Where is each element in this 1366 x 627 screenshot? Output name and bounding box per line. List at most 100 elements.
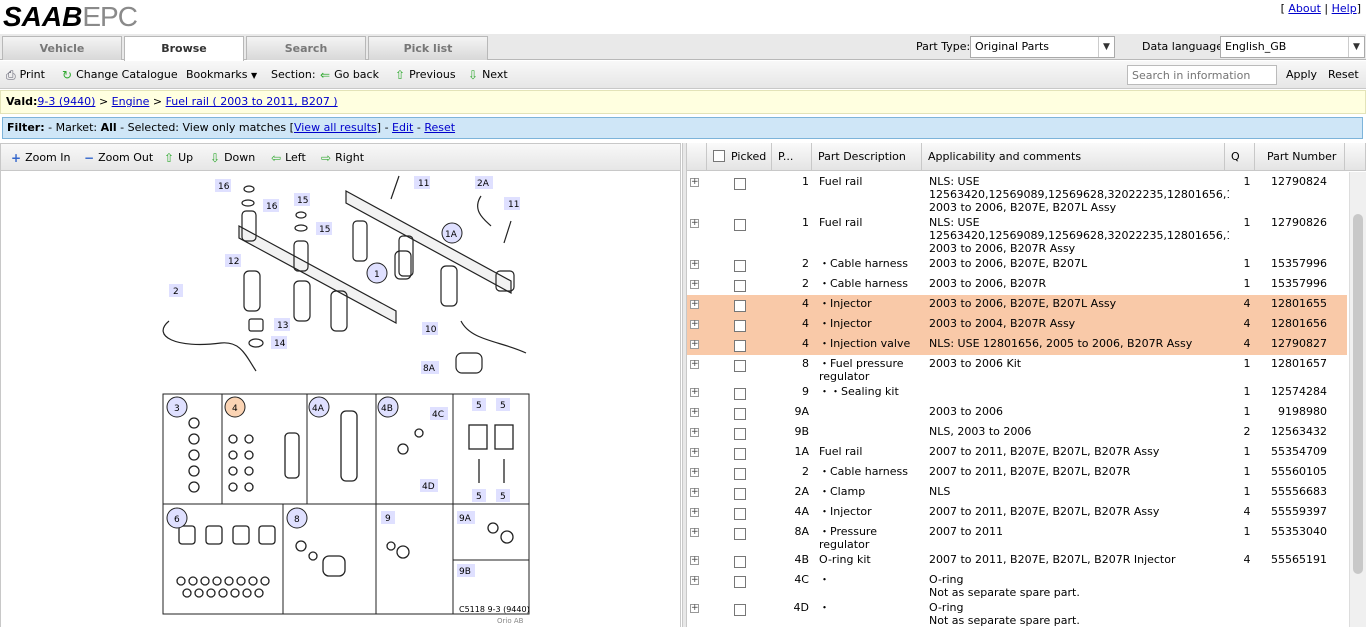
bookmarks-menu[interactable]: Bookmarks ▼	[186, 68, 257, 81]
applicability-column-header[interactable]: Applicability and comments	[922, 143, 1225, 171]
breadcrumb-engine[interactable]: Engine	[112, 95, 150, 108]
table-scrollbar[interactable]	[1349, 172, 1366, 627]
apply-button[interactable]: Apply	[1286, 68, 1317, 81]
next-button[interactable]: ⇩ Next	[468, 68, 508, 82]
table-row[interactable]: +8 ・Fuel pressure regulator 2003 to 2006 K…	[687, 355, 1347, 383]
part-number-column-header[interactable]: Part Number	[1255, 143, 1345, 171]
table-row[interactable]: +4C ・ O-ring Not as separate spare part.	[687, 571, 1347, 599]
select-all-checkbox[interactable]	[713, 150, 725, 162]
previous-button[interactable]: ⇧ Previous	[395, 68, 456, 82]
search-input[interactable]	[1127, 65, 1277, 85]
breadcrumb-model[interactable]: 9-3 (9440)	[37, 95, 95, 108]
picked-checkbox[interactable]	[734, 468, 746, 480]
quantity-column-header[interactable]: Q	[1225, 143, 1255, 171]
table-row[interactable]: +4 ・Injection valve NLS: USE 12801656, 200…	[687, 335, 1347, 355]
table-row[interactable]: +9 ・・Sealing kit 1 12574284	[687, 383, 1347, 403]
expand-icon[interactable]: +	[690, 320, 699, 329]
go-back-button[interactable]: ⇐ Go back	[320, 68, 379, 82]
picked-checkbox[interactable]	[734, 280, 746, 292]
pan-up-button[interactable]: ⇧ Up	[164, 151, 193, 165]
picked-checkbox[interactable]	[734, 428, 746, 440]
expand-icon[interactable]: +	[690, 576, 699, 585]
zoom-out-button[interactable]: − Zoom Out	[84, 151, 153, 165]
table-row[interactable]: +4 ・Injector 2003 to 2006, B207E, B207L As…	[687, 295, 1347, 315]
expand-icon[interactable]: +	[690, 260, 699, 269]
table-row[interactable]: +9B NLS, 2003 to 2006 2 12563432	[687, 423, 1347, 443]
part-type-select[interactable]: Original Parts ▼	[970, 36, 1115, 58]
expand-icon[interactable]: +	[690, 468, 699, 477]
table-row[interactable]: +2 ・Cable harness 2003 to 2006, B207E, B20…	[687, 255, 1347, 275]
expand-icon[interactable]: +	[690, 488, 699, 497]
picked-checkbox[interactable]	[734, 360, 746, 372]
row-applicability: 2003 to 2006 Kit	[929, 357, 1022, 370]
table-row[interactable]: +4A ・Injector 2007 to 2011, B207E, B207L, …	[687, 503, 1347, 523]
picked-checkbox[interactable]	[734, 528, 746, 540]
row-quantity: 1	[1243, 485, 1251, 498]
picked-checkbox[interactable]	[734, 604, 746, 616]
expand-icon[interactable]: +	[690, 556, 699, 565]
row-position: 4	[802, 297, 809, 310]
table-row[interactable]: +4D ・ O-ring Not as separate spare part.	[687, 599, 1347, 627]
table-row[interactable]: +2 ・Cable harness 2003 to 2006, B207R 1 1535…	[687, 275, 1347, 295]
picked-checkbox[interactable]	[734, 219, 746, 231]
picked-checkbox[interactable]	[734, 448, 746, 460]
expand-icon[interactable]: +	[690, 300, 699, 309]
callout-8a: 8A	[421, 361, 439, 374]
data-language-select[interactable]: English_GB ▼	[1220, 36, 1365, 58]
part-description-column-header[interactable]: Part Description	[812, 143, 922, 171]
zoom-in-button[interactable]: + Zoom In	[11, 151, 71, 165]
expand-icon[interactable]: +	[690, 508, 699, 517]
expand-icon[interactable]: +	[690, 528, 699, 537]
view-all-results-link[interactable]: View all results	[294, 121, 377, 134]
tab-browse[interactable]: Browse	[124, 36, 244, 61]
print-button[interactable]: ⎙ Print	[6, 68, 45, 83]
table-row[interactable]: +9A 2003 to 2006 1 9198980	[687, 403, 1347, 423]
expand-icon[interactable]: +	[690, 448, 699, 457]
pan-left-button[interactable]: ⇦ Left	[271, 151, 306, 165]
change-catalogue-button[interactable]: ↻ Change Catalogue	[62, 68, 178, 82]
scrollbar-thumb[interactable]	[1353, 214, 1363, 574]
table-row[interactable]: +1 Fuel rail NLS: USE 12563420,12569089,12…	[687, 214, 1347, 255]
expand-icon[interactable]: +	[690, 408, 699, 417]
tab-vehicle[interactable]: Vehicle	[2, 36, 122, 60]
picked-checkbox[interactable]	[734, 178, 746, 190]
picked-checkbox[interactable]	[734, 508, 746, 520]
expand-icon[interactable]: +	[690, 428, 699, 437]
picked-checkbox[interactable]	[734, 576, 746, 588]
table-row[interactable]: +4B O-ring kit 2007 to 2011, B207E, B207L,…	[687, 551, 1347, 571]
expand-icon[interactable]: +	[690, 219, 699, 228]
picked-column-header[interactable]: Picked	[707, 143, 772, 171]
expand-icon[interactable]: +	[690, 280, 699, 289]
table-row[interactable]: +2A ・Clamp NLS 1 55556683	[687, 483, 1347, 503]
pan-down-button[interactable]: ⇩ Down	[210, 151, 255, 165]
reset-button[interactable]: Reset	[1328, 68, 1359, 81]
help-link[interactable]: Help	[1332, 2, 1357, 15]
table-row[interactable]: +8A ・Pressure regulator 2007 to 2011 1 55353…	[687, 523, 1347, 551]
expand-icon[interactable]: +	[690, 340, 699, 349]
picked-checkbox[interactable]	[734, 556, 746, 568]
picked-checkbox[interactable]	[734, 340, 746, 352]
picked-checkbox[interactable]	[734, 320, 746, 332]
filter-reset-link[interactable]: Reset	[424, 121, 455, 134]
table-row[interactable]: +1 Fuel rail NLS: USE 12563420,12569089,12…	[687, 173, 1347, 214]
expand-icon[interactable]: +	[690, 604, 699, 613]
picked-checkbox[interactable]	[734, 260, 746, 272]
about-link[interactable]: About	[1288, 2, 1321, 15]
breadcrumb-fuel-rail[interactable]: Fuel rail ( 2003 to 2011, B207 )	[166, 95, 338, 108]
tab-search[interactable]: Search	[246, 36, 366, 60]
table-row[interactable]: +2 ・Cable harness 2007 to 2011, B207E, B20…	[687, 463, 1347, 483]
filter-edit-link[interactable]: Edit	[392, 121, 413, 134]
tab-pick-list[interactable]: Pick list	[368, 36, 488, 60]
table-row[interactable]: +4 ・Injector 2003 to 2004, B207R Assy 4 1280…	[687, 315, 1347, 335]
table-row[interactable]: +1A Fuel rail 2007 to 2011, B207E, B207L, …	[687, 443, 1347, 463]
picked-checkbox[interactable]	[734, 408, 746, 420]
picked-checkbox[interactable]	[734, 300, 746, 312]
expand-icon[interactable]: +	[690, 388, 699, 397]
pan-right-button[interactable]: ⇨ Right	[321, 151, 364, 165]
expand-icon[interactable]: +	[690, 360, 699, 369]
expand-icon[interactable]: +	[690, 178, 699, 187]
position-column-header[interactable]: P...	[772, 143, 812, 171]
exploded-view-diagram[interactable]: 16 16 15 15 11 11 2A 1A 1 12 2 13 14 10 …	[0, 171, 681, 627]
picked-checkbox[interactable]	[734, 488, 746, 500]
picked-checkbox[interactable]	[734, 388, 746, 400]
